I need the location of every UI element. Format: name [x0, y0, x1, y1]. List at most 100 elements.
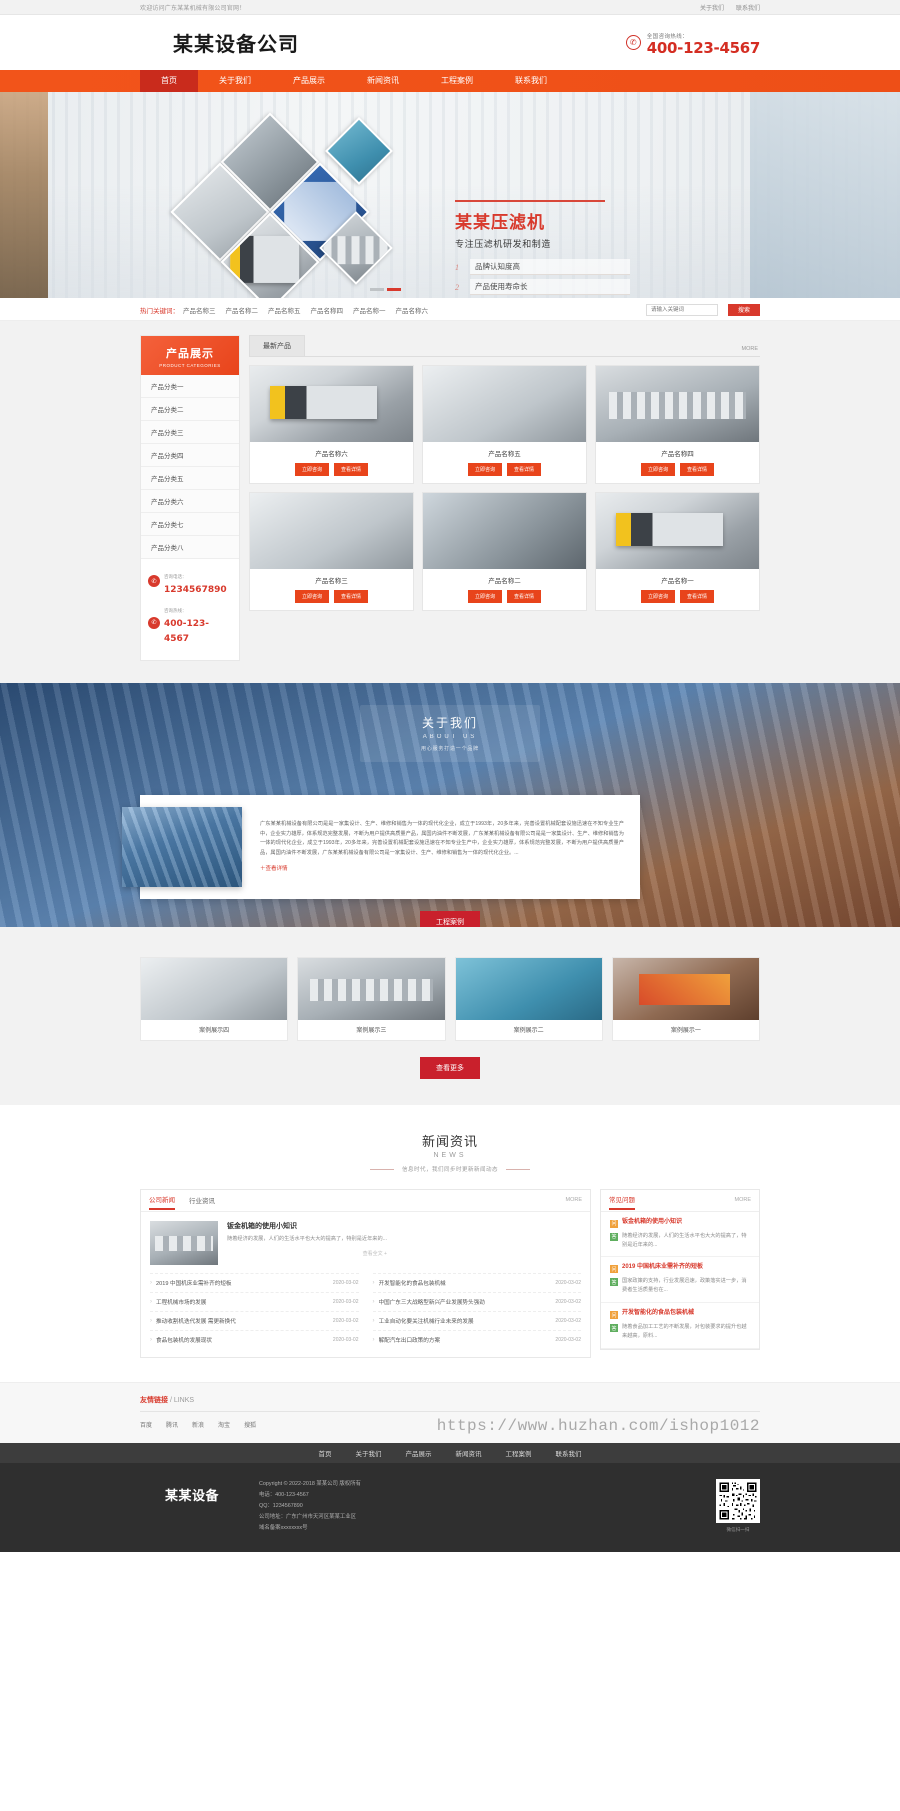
footer-nav-cases[interactable]: 工程案例: [494, 1448, 544, 1458]
logo[interactable]: 某某设备公司: [140, 28, 299, 57]
case-card[interactable]: 案例展示四: [140, 956, 289, 1041]
keyword-link[interactable]: 产品名称四: [311, 305, 344, 315]
consult-button[interactable]: 立即咨询: [640, 590, 675, 603]
case-card[interactable]: 案例展示二: [454, 956, 603, 1041]
keyword-link[interactable]: 产品名称三: [183, 305, 216, 315]
news-tab-bar: 公司新闻 行业资讯 MORE: [141, 1190, 590, 1212]
category-item-1[interactable]: 产品分类一: [141, 375, 239, 398]
footer-qrcode-block: 微信扫一扫: [716, 1478, 760, 1533]
nav-item-home[interactable]: 首页: [140, 70, 198, 92]
news-list-item[interactable]: › 开发智能化的食品包装机械 2020-03-02: [372, 1272, 581, 1292]
friend-link-tencent[interactable]: 腾讯: [166, 1420, 178, 1429]
search-input[interactable]: [646, 303, 718, 316]
cases-more-button[interactable]: 查看更多: [420, 1056, 480, 1079]
category-item-5[interactable]: 产品分类五: [141, 467, 239, 490]
news-list-item[interactable]: › 中国广东三大战略型新兴产业发展势头强劲 2020-03-02: [372, 1291, 581, 1311]
footer-nav-about[interactable]: 关于我们: [344, 1448, 394, 1458]
faq-item[interactable]: 问 2019 中国机床业需补齐的短板 答 国家政策的支持，行业发展迅速，政策落实…: [601, 1257, 759, 1304]
consult-button[interactable]: 立即咨询: [467, 590, 502, 603]
keyword-link[interactable]: 产品名称五: [268, 305, 301, 315]
detail-button[interactable]: 查看详情: [680, 463, 715, 476]
faq-more-link[interactable]: MORE: [735, 1197, 752, 1203]
keyword-links: 产品名称三 产品名称二 产品名称五 产品名称四 产品名称一 产品名称六: [183, 305, 646, 315]
consult-button[interactable]: 立即咨询: [640, 463, 675, 476]
keyword-link[interactable]: 产品名称一: [353, 305, 386, 315]
news-list-item[interactable]: › 工业自动化要关注机械行业未来的发展 2020-03-02: [372, 1310, 581, 1330]
tab-company-news[interactable]: 公司新闻: [149, 1190, 175, 1211]
consult-button[interactable]: 立即咨询: [294, 463, 329, 476]
case-section: 案例展示四 案例展示三 案例展示二 案例展示一 查看更多: [0, 926, 900, 1105]
keyword-link[interactable]: 产品名称二: [226, 305, 259, 315]
product-more-link[interactable]: MORE: [742, 346, 761, 356]
product-card[interactable]: 产品名称三 立即咨询 查看详情: [249, 492, 414, 611]
news-list-item[interactable]: › 解配汽车出口政策的方案 2020-03-02: [372, 1329, 581, 1349]
news-list-item[interactable]: › 食品包装机的发展现状 2020-03-02: [150, 1329, 359, 1349]
faq-item[interactable]: 问 开发智能化的食品包装机械 答 随着食品加工工艺的不断发展，对包装要求的提升也…: [601, 1303, 759, 1349]
featured-news-more[interactable]: 查看全文 +: [227, 1250, 387, 1257]
product-card[interactable]: 产品名称二 立即咨询 查看详情: [422, 492, 587, 611]
footer-nav-contact[interactable]: 联系我们: [544, 1448, 594, 1458]
category-item-4[interactable]: 产品分类四: [141, 444, 239, 467]
news-item-title: 中国广东三大战略型新兴产业发展势头强劲: [378, 1299, 485, 1306]
topbar-link-about[interactable]: 关于我们: [700, 3, 724, 12]
case-caption: 案例展示三: [356, 1027, 387, 1034]
featured-news[interactable]: 钣金机箱的使用小知识 随着经济的发展，人们的生活水平也大大的提高了，特别是近年来…: [141, 1212, 590, 1273]
nav-item-cases[interactable]: 工程案例: [420, 70, 494, 92]
category-item-8[interactable]: 产品分类八: [141, 536, 239, 559]
product-card[interactable]: 产品名称四 立即咨询 查看详情: [595, 365, 760, 484]
friend-link-taobao[interactable]: 淘宝: [218, 1420, 230, 1429]
category-item-7[interactable]: 产品分类七: [141, 513, 239, 536]
category-item-6[interactable]: 产品分类六: [141, 490, 239, 513]
engineering-cases-button[interactable]: 工程案例: [420, 910, 480, 927]
news-list-item[interactable]: › 推动收割机迭代发展 需更新换代 2020-03-02: [150, 1310, 359, 1330]
topbar-link-contact[interactable]: 联系我们: [736, 3, 760, 12]
product-card[interactable]: 产品名称六 立即咨询 查看详情: [249, 365, 414, 484]
site-header: 某某设备公司 ✆ 全国咨询热线： 400-123-4567: [0, 15, 900, 70]
product-card[interactable]: 产品名称五 立即咨询 查看详情: [422, 365, 587, 484]
about-more-link[interactable]: ＋查看详情: [260, 864, 288, 872]
friend-link-sohu[interactable]: 搜狐: [244, 1420, 256, 1429]
search-button[interactable]: 搜索: [728, 303, 760, 316]
news-more-link[interactable]: MORE: [566, 1197, 583, 1203]
faq-item[interactable]: 问 钣金机箱的使用小知识 答 随着经济的发展，人们的生活水平也大大的提高了，特别…: [601, 1212, 759, 1258]
product-name: 产品名称四: [661, 451, 694, 458]
footer-nav-home[interactable]: 首页: [307, 1448, 344, 1458]
detail-button[interactable]: 查看详情: [680, 590, 715, 603]
tab-latest-products[interactable]: 最新产品: [249, 335, 305, 356]
keyword-link[interactable]: 产品名称六: [396, 305, 429, 315]
nav-item-news[interactable]: 新闻资讯: [346, 70, 420, 92]
consult-button[interactable]: 立即咨询: [467, 463, 502, 476]
sidebar-contact: ✆ 咨询电话： 1234567890 ✆ 咨询热线： 400-123-4567: [141, 559, 239, 654]
nav-item-about[interactable]: 关于我们: [198, 70, 272, 92]
detail-button[interactable]: 查看详情: [507, 590, 542, 603]
links-title-en: / LINKS: [169, 1396, 195, 1404]
footer-nav-products[interactable]: 产品展示: [394, 1448, 444, 1458]
news-list-item[interactable]: › 工程机械市场的发展 2020-03-02: [150, 1291, 359, 1311]
bullet-icon: ›: [372, 1279, 375, 1286]
footer-phone: 电话：400-123-4567: [259, 1491, 309, 1498]
faq-answer: 国家政策的支持，行业发展迅速，政策落实进一步，消费者生活质量也在...: [622, 1278, 747, 1294]
nav-item-contact[interactable]: 联系我们: [494, 70, 568, 92]
answer-badge-icon: 答: [610, 1278, 618, 1287]
case-card[interactable]: 案例展示一: [611, 956, 760, 1041]
product-card[interactable]: 产品名称一 立即咨询 查看详情: [595, 492, 760, 611]
category-item-2[interactable]: 产品分类二: [141, 398, 239, 421]
category-item-3[interactable]: 产品分类三: [141, 421, 239, 444]
consult-button[interactable]: 立即咨询: [294, 590, 329, 603]
friend-link-sina[interactable]: 新浪: [192, 1420, 204, 1429]
hero-dot-2[interactable]: [387, 288, 401, 291]
hero-pagination[interactable]: [370, 288, 401, 291]
friend-link-baidu[interactable]: 百度: [140, 1420, 152, 1429]
nav-item-products[interactable]: 产品展示: [272, 70, 346, 92]
news-list-item[interactable]: › 2019 中国机床业需补齐的短板 2020-03-02: [150, 1272, 359, 1292]
news-item-date: 2020-03-02: [555, 1298, 581, 1305]
footer-nav-news[interactable]: 新闻资讯: [444, 1448, 494, 1458]
bullet-icon: ›: [150, 1317, 152, 1324]
detail-button[interactable]: 查看详情: [334, 590, 369, 603]
detail-button[interactable]: 查看详情: [334, 463, 369, 476]
case-card[interactable]: 案例展示三: [297, 956, 446, 1041]
site-footer: 某某设备 Copyright © 2022-2018 某某公司 版权所有 电话：…: [0, 1462, 900, 1553]
tab-industry-news[interactable]: 行业资讯: [189, 1191, 215, 1209]
detail-button[interactable]: 查看详情: [507, 463, 542, 476]
hero-dot-1[interactable]: [370, 288, 384, 291]
